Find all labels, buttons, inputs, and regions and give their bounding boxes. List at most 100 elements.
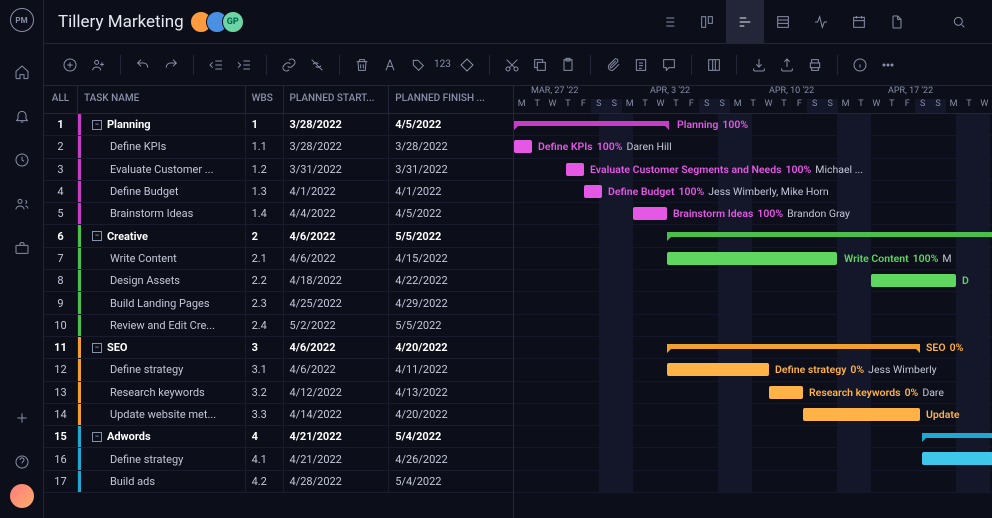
gantt-bar[interactable]	[633, 207, 667, 220]
gantt-row[interactable]	[514, 225, 992, 247]
redo-icon[interactable]	[159, 53, 183, 77]
undo-icon[interactable]	[131, 53, 155, 77]
add-task-icon[interactable]	[58, 53, 82, 77]
gantt-row[interactable]: Define KPIs 100% Daren Hill	[514, 136, 992, 158]
col-header-wbs[interactable]: WBS	[246, 86, 284, 113]
gantt-bar[interactable]	[922, 452, 992, 465]
grid-row[interactable]: 14Update website met...3.34/14/20224/20/…	[44, 404, 513, 426]
gantt-bar[interactable]	[566, 163, 584, 176]
home-icon[interactable]	[12, 62, 32, 82]
import-icon[interactable]	[747, 53, 771, 77]
attach-icon[interactable]	[601, 53, 625, 77]
gantt-row[interactable]: Write Content 100% M	[514, 248, 992, 270]
gantt-bar[interactable]	[514, 140, 532, 153]
grid-row[interactable]: 10Review and Edit Cre...2.45/2/20225/5/2…	[44, 315, 513, 337]
tag-icon[interactable]	[406, 53, 430, 77]
grid-row[interactable]: 17Build ads4.24/28/20225/4/2022	[44, 471, 513, 493]
more-icon[interactable]	[876, 53, 900, 77]
current-user-avatar[interactable]	[10, 484, 34, 508]
grid-row[interactable]: 4Define Budget1.34/1/20224/1/2022	[44, 181, 513, 203]
activity-view-icon[interactable]	[802, 0, 840, 44]
search-icon[interactable]	[940, 0, 978, 44]
briefcase-icon[interactable]	[12, 238, 32, 258]
export-icon[interactable]	[775, 53, 799, 77]
grid-row[interactable]: 16Define strategy4.14/21/20224/26/2022	[44, 448, 513, 470]
gantt-bar[interactable]	[667, 252, 837, 265]
avatar[interactable]: GP	[222, 11, 244, 33]
paste-icon[interactable]	[556, 53, 580, 77]
gantt-row[interactable]: Evaluate Customer Segments and Needs 100…	[514, 159, 992, 181]
people-icon[interactable]	[12, 194, 32, 214]
gantt-row[interactable]: Brainstorm Ideas 100% Brandon Gray	[514, 203, 992, 225]
grid-row[interactable]: 15−Adwords44/21/20225/4/2022	[44, 426, 513, 448]
col-header-finish[interactable]: PLANNED FINISH ...	[389, 86, 513, 113]
grid-row[interactable]: 13Research keywords3.24/12/20224/13/2022	[44, 382, 513, 404]
print-icon[interactable]	[803, 53, 827, 77]
gantt-row[interactable]	[514, 292, 992, 314]
file-view-icon[interactable]	[878, 0, 916, 44]
member-avatars[interactable]: GP	[196, 11, 244, 33]
grid-row[interactable]: 12Define strategy3.14/6/20224/11/2022	[44, 359, 513, 381]
gantt-row[interactable]: Planning 100%	[514, 114, 992, 136]
collapse-icon[interactable]: −	[92, 120, 102, 130]
gantt-bar[interactable]	[667, 232, 992, 237]
cut-icon[interactable]	[500, 53, 524, 77]
plus-icon[interactable]	[12, 408, 32, 428]
col-header-start[interactable]: PLANNED START...	[284, 86, 390, 113]
gantt-chart[interactable]: MAR, 27 '22APR, 3 '22APR, 10 '22APR, 17 …	[514, 86, 992, 518]
gantt-row[interactable]	[514, 471, 992, 493]
grid-row[interactable]: 9Build Landing Pages2.34/25/20224/29/202…	[44, 292, 513, 314]
collapse-icon[interactable]: −	[92, 432, 102, 442]
grid-row[interactable]: 7Write Content2.14/6/20224/15/2022	[44, 248, 513, 270]
collapse-icon[interactable]: −	[92, 231, 102, 241]
gantt-row[interactable]: Update	[514, 404, 992, 426]
gantt-row[interactable]: D	[514, 270, 992, 292]
grid-row[interactable]: 11−SEO34/6/20224/20/2022	[44, 337, 513, 359]
link-icon[interactable]	[277, 53, 301, 77]
gantt-row[interactable]	[514, 315, 992, 337]
grid-row[interactable]: 6−Creative24/6/20225/5/2022	[44, 225, 513, 247]
gantt-row[interactable]	[514, 448, 992, 470]
unlink-icon[interactable]	[305, 53, 329, 77]
gantt-bar[interactable]	[769, 386, 803, 399]
board-view-icon[interactable]	[688, 0, 726, 44]
gantt-bar[interactable]	[871, 274, 956, 287]
indent-icon[interactable]	[232, 53, 256, 77]
priority-icon[interactable]	[455, 53, 479, 77]
list-view-icon[interactable]	[650, 0, 688, 44]
gantt-row[interactable]: Research keywords 0% Dare	[514, 382, 992, 404]
grid-row[interactable]: 1−Planning13/28/20224/5/2022	[44, 114, 513, 136]
calendar-view-icon[interactable]	[840, 0, 878, 44]
gantt-bar[interactable]	[667, 363, 769, 376]
text-style-icon[interactable]	[378, 53, 402, 77]
grid-row[interactable]: 5Brainstorm Ideas1.44/4/20224/5/2022	[44, 203, 513, 225]
delete-icon[interactable]	[350, 53, 374, 77]
gantt-row[interactable]: SEO 0%	[514, 337, 992, 359]
gantt-bar[interactable]	[514, 121, 669, 126]
clock-icon[interactable]	[12, 150, 32, 170]
outdent-icon[interactable]	[204, 53, 228, 77]
gantt-bar[interactable]	[922, 433, 992, 438]
bell-icon[interactable]	[12, 106, 32, 126]
gantt-bar[interactable]	[584, 185, 602, 198]
gantt-row[interactable]: Define Budget 100% Jess Wimberly, Mike H…	[514, 181, 992, 203]
gantt-view-icon[interactable]	[726, 0, 764, 44]
info-icon[interactable]	[848, 53, 872, 77]
col-header-all[interactable]: ALL	[44, 86, 78, 113]
sheet-view-icon[interactable]	[764, 0, 802, 44]
copy-icon[interactable]	[528, 53, 552, 77]
note-icon[interactable]	[629, 53, 653, 77]
col-header-name[interactable]: TASK NAME	[78, 86, 246, 113]
gantt-row[interactable]: Define strategy 0% Jess Wimberly	[514, 359, 992, 381]
collapse-icon[interactable]: −	[92, 343, 102, 353]
gantt-bar[interactable]	[667, 344, 920, 349]
columns-icon[interactable]	[702, 53, 726, 77]
comment-icon[interactable]	[657, 53, 681, 77]
grid-row[interactable]: 2Define KPIs1.13/28/20223/28/2022	[44, 136, 513, 158]
gantt-row[interactable]	[514, 426, 992, 448]
add-person-icon[interactable]	[86, 53, 110, 77]
gantt-bar[interactable]	[803, 408, 920, 421]
grid-row[interactable]: 8Design Assets2.24/18/20224/22/2022	[44, 270, 513, 292]
app-logo[interactable]: PM	[10, 8, 34, 32]
grid-row[interactable]: 3Evaluate Customer ...1.23/31/20223/31/2…	[44, 159, 513, 181]
